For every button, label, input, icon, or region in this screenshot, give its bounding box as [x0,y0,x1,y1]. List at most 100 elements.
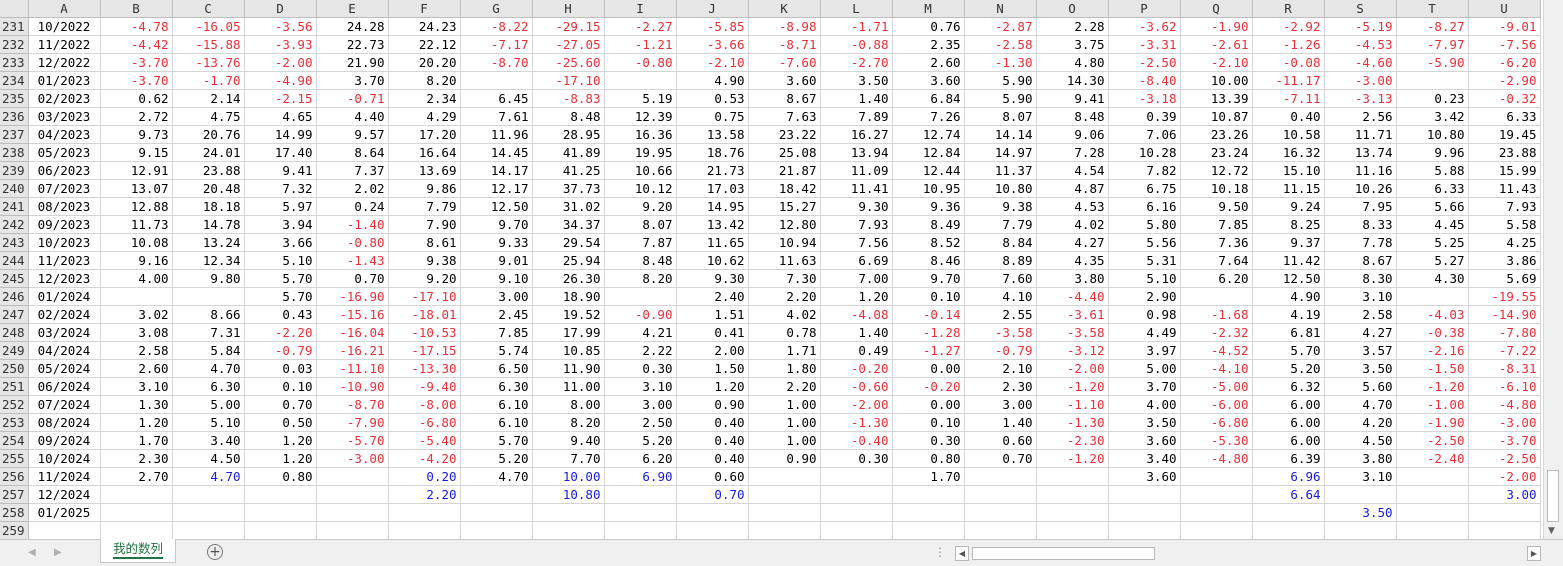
row-header[interactable]: 243 [0,233,29,252]
cell-f238[interactable]: 16.64 [388,143,461,162]
cell-b241[interactable]: 12.88 [100,197,173,216]
cell-r246[interactable]: 4.90 [1252,287,1325,306]
cell-g235[interactable]: 6.45 [460,89,533,108]
cell-r254[interactable]: 6.00 [1252,431,1325,450]
cell-p245[interactable]: 5.10 [1108,269,1181,288]
row-header[interactable]: 239 [0,161,29,180]
cell-b240[interactable]: 13.07 [100,179,173,198]
cell-f240[interactable]: 9.86 [388,179,461,198]
cell-j259[interactable] [676,521,749,539]
cell-j244[interactable]: 10.62 [676,251,749,270]
cell-n255[interactable]: 0.70 [964,449,1037,468]
cell-m258[interactable] [892,503,965,522]
cell-f257[interactable]: 2.20 [388,485,461,504]
cell-b250[interactable]: 2.60 [100,359,173,378]
cell-j250[interactable]: 1.50 [676,359,749,378]
cell-h249[interactable]: 10.85 [532,341,605,360]
cell-a236[interactable]: 03/2023 [28,107,101,126]
cell-j243[interactable]: 11.65 [676,233,749,252]
cell-h234[interactable]: -17.10 [532,71,605,90]
cell-o233[interactable]: 4.80 [1036,53,1109,72]
cell-k244[interactable]: 11.63 [748,251,821,270]
cell-n242[interactable]: 7.79 [964,215,1037,234]
cell-u232[interactable]: -7.56 [1468,35,1541,54]
cell-h248[interactable]: 17.99 [532,323,605,342]
row-header[interactable]: 252 [0,395,29,414]
row-header[interactable]: 234 [0,71,29,90]
cell-e240[interactable]: 2.02 [316,179,389,198]
cell-e255[interactable]: -3.00 [316,449,389,468]
cell-l232[interactable]: -0.88 [820,35,893,54]
cell-r240[interactable]: 11.15 [1252,179,1325,198]
cell-g233[interactable]: -8.70 [460,53,533,72]
cell-h235[interactable]: -8.83 [532,89,605,108]
cell-c242[interactable]: 14.78 [172,215,245,234]
cell-e250[interactable]: -11.10 [316,359,389,378]
cell-q233[interactable]: -2.10 [1180,53,1253,72]
row-header[interactable]: 240 [0,179,29,198]
cell-c233[interactable]: -13.76 [172,53,245,72]
column-header-q[interactable]: Q [1180,0,1253,18]
cell-o253[interactable]: -1.30 [1036,413,1109,432]
cell-h252[interactable]: 8.00 [532,395,605,414]
cell-s245[interactable]: 8.30 [1324,269,1397,288]
cell-d242[interactable]: 3.94 [244,215,317,234]
cell-s240[interactable]: 10.26 [1324,179,1397,198]
cell-i233[interactable]: -0.80 [604,53,677,72]
row-header[interactable]: 247 [0,305,29,324]
cell-r247[interactable]: 4.19 [1252,305,1325,324]
row-header[interactable]: 257 [0,485,29,504]
cell-m253[interactable]: 0.10 [892,413,965,432]
column-header-m[interactable]: M [892,0,965,18]
cell-p244[interactable]: 5.31 [1108,251,1181,270]
cell-u236[interactable]: 6.33 [1468,107,1541,126]
cell-n247[interactable]: 2.55 [964,305,1037,324]
cell-c239[interactable]: 23.88 [172,161,245,180]
cell-l251[interactable]: -0.60 [820,377,893,396]
cell-k235[interactable]: 8.67 [748,89,821,108]
cell-q252[interactable]: -6.00 [1180,395,1253,414]
cell-u258[interactable] [1468,503,1541,522]
cell-f247[interactable]: -18.01 [388,305,461,324]
cell-b231[interactable]: -4.78 [100,17,173,36]
cell-h254[interactable]: 9.40 [532,431,605,450]
cell-l243[interactable]: 7.56 [820,233,893,252]
cell-l256[interactable] [820,467,893,486]
column-header-u[interactable]: U [1468,0,1541,18]
cell-t236[interactable]: 3.42 [1396,107,1469,126]
cell-a233[interactable]: 12/2022 [28,53,101,72]
cell-k256[interactable] [748,467,821,486]
cell-o244[interactable]: 4.35 [1036,251,1109,270]
cell-m256[interactable]: 1.70 [892,467,965,486]
scroll-down-arrow-icon[interactable]: ▼ [1548,526,1555,536]
cell-a234[interactable]: 01/2023 [28,71,101,90]
cell-t259[interactable] [1396,521,1469,539]
cell-r233[interactable]: -0.08 [1252,53,1325,72]
cell-e234[interactable]: 3.70 [316,71,389,90]
cell-k238[interactable]: 25.08 [748,143,821,162]
cell-o236[interactable]: 8.48 [1036,107,1109,126]
cell-j257[interactable]: 0.70 [676,485,749,504]
cell-m252[interactable]: 0.00 [892,395,965,414]
cell-k241[interactable]: 15.27 [748,197,821,216]
cell-o258[interactable] [1036,503,1109,522]
cell-t240[interactable]: 6.33 [1396,179,1469,198]
cell-r248[interactable]: 6.81 [1252,323,1325,342]
cell-j256[interactable]: 0.60 [676,467,749,486]
cell-u242[interactable]: 5.58 [1468,215,1541,234]
cell-u244[interactable]: 3.86 [1468,251,1541,270]
cell-l252[interactable]: -2.00 [820,395,893,414]
cell-u248[interactable]: -7.80 [1468,323,1541,342]
cell-h256[interactable]: 10.00 [532,467,605,486]
cell-a240[interactable]: 07/2023 [28,179,101,198]
row-header[interactable]: 231 [0,17,29,36]
cell-g256[interactable]: 4.70 [460,467,533,486]
cell-g252[interactable]: 6.10 [460,395,533,414]
cell-n233[interactable]: -1.30 [964,53,1037,72]
cell-r253[interactable]: 6.00 [1252,413,1325,432]
cell-m238[interactable]: 12.84 [892,143,965,162]
cell-j255[interactable]: 0.40 [676,449,749,468]
cell-f243[interactable]: 8.61 [388,233,461,252]
cell-b244[interactable]: 9.16 [100,251,173,270]
cell-u256[interactable]: -2.00 [1468,467,1541,486]
